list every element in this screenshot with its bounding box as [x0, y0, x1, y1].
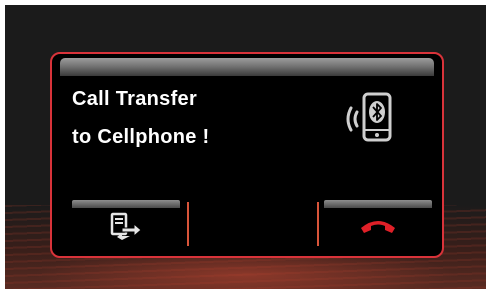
call-transfer-dialog: Call Transfer to Cellphone !	[50, 52, 444, 258]
dialog-message-line-2: to Cellphone !	[72, 126, 210, 148]
hang-up-icon	[361, 221, 395, 233]
hang-up-button[interactable]	[324, 200, 432, 248]
bluetooth-phone-icon	[346, 92, 392, 142]
dialog-message: Call Transfer to Cellphone !	[72, 80, 210, 156]
dialog-header-bar	[60, 58, 434, 76]
head-unit-screen: Call Transfer to Cellphone !	[5, 5, 486, 289]
button-divider-right	[317, 202, 319, 246]
call-transfer-icon	[110, 212, 142, 240]
button-divider-left	[187, 202, 189, 246]
dialog-message-line-1: Call Transfer	[72, 88, 198, 110]
transfer-call-button[interactable]	[72, 200, 180, 248]
